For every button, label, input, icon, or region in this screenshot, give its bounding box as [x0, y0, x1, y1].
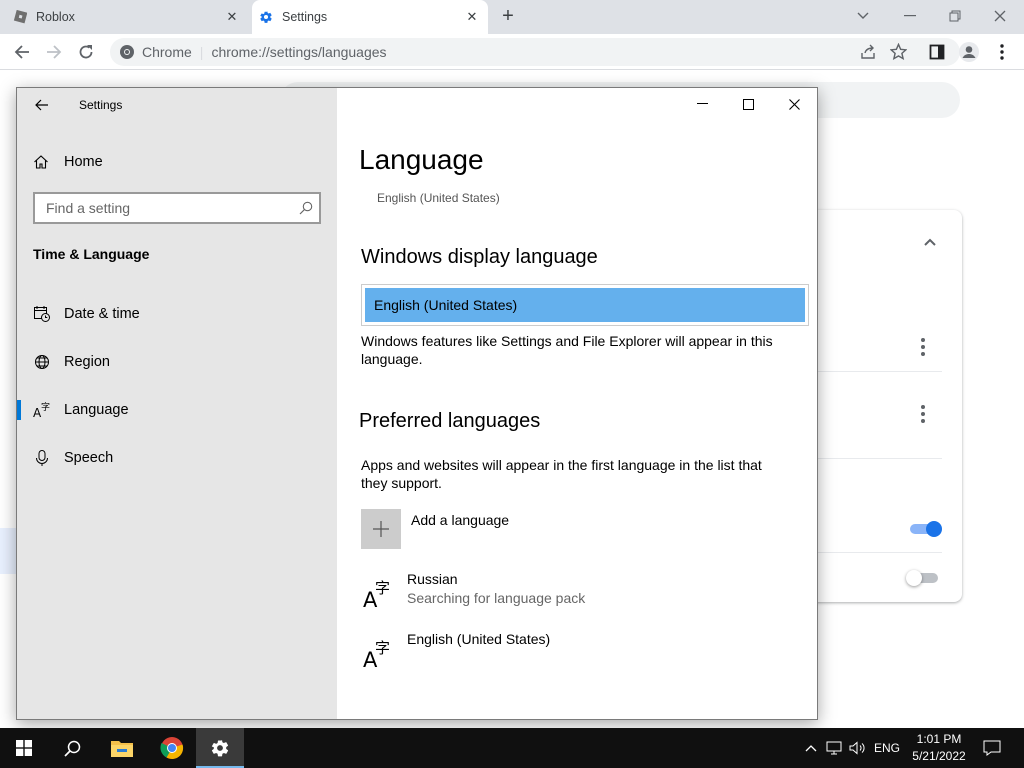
profile-avatar-icon[interactable]: [957, 40, 981, 64]
close-icon[interactable]: [771, 88, 817, 120]
toggle-switch-on[interactable]: [910, 521, 942, 537]
display-language-dropdown[interactable]: English (United States): [361, 284, 809, 326]
tab-search-chevron-icon[interactable]: [849, 4, 877, 28]
settings-content-pane: Language English (United States) Windows…: [337, 88, 817, 719]
close-tab-icon[interactable]: ✕: [464, 9, 480, 25]
display-language-selected[interactable]: English (United States): [365, 288, 805, 322]
language-list-item[interactable]: A字 Russian Searching for language pack: [361, 571, 801, 615]
svg-text:字: 字: [375, 639, 390, 657]
nav-item-region[interactable]: Region: [17, 342, 337, 382]
language-name: Russian: [407, 571, 458, 587]
tab-roblox[interactable]: Roblox ✕: [12, 0, 248, 34]
minimize-icon[interactable]: [679, 88, 725, 120]
plus-icon: [361, 509, 401, 549]
display-language-heading: Windows display language: [361, 246, 598, 268]
page-title: Language: [359, 144, 484, 175]
preferred-languages-description: Apps and websites will appear in the fir…: [361, 457, 762, 491]
search-icon[interactable]: [48, 728, 96, 768]
settings-taskbar-icon[interactable]: [196, 728, 244, 768]
clock-date: 5/21/2022: [912, 749, 966, 763]
language-name: English (United States): [407, 631, 551, 647]
share-icon[interactable]: [860, 44, 876, 63]
language-icon: A字: [33, 401, 51, 419]
nav-item-label: Language: [64, 402, 129, 418]
maximize-icon[interactable]: [725, 88, 771, 120]
nav-item-language[interactable]: A字 Language: [17, 390, 337, 430]
windows-start-icon[interactable]: [0, 728, 48, 768]
side-panel-icon[interactable]: [925, 40, 949, 64]
preferred-languages-heading: Preferred languages: [359, 410, 541, 432]
language-status: Searching for language pack: [407, 590, 586, 606]
toggle-switch-off[interactable]: [906, 570, 938, 586]
reload-icon[interactable]: [74, 40, 98, 64]
network-icon[interactable]: [824, 728, 844, 768]
nav-home[interactable]: Home: [33, 150, 103, 174]
nav-item-label: Date & time: [64, 306, 140, 322]
close-window-icon[interactable]: [986, 4, 1014, 28]
volume-icon[interactable]: [848, 728, 868, 768]
search-input[interactable]: [44, 199, 284, 217]
more-menu-icon[interactable]: [990, 40, 1014, 64]
section-heading: Time & Language: [33, 246, 150, 262]
chrome-logo-icon: [119, 44, 135, 60]
divider: [818, 371, 942, 372]
home-icon: [33, 154, 51, 170]
nav-item-label: Region: [64, 354, 110, 370]
chevron-up-icon[interactable]: [922, 234, 938, 250]
gear-icon: [258, 9, 274, 25]
nav-item-speech[interactable]: Speech: [17, 438, 337, 478]
chrome-icon[interactable]: [148, 728, 196, 768]
chevron-up-icon[interactable]: [802, 728, 820, 768]
forward-arrow-icon[interactable]: [42, 40, 66, 64]
svg-text:字: 字: [375, 579, 390, 597]
globe-icon: [33, 353, 51, 371]
language-icon: A字: [361, 571, 397, 612]
nav-home-label: Home: [64, 154, 103, 170]
notifications-icon[interactable]: [980, 728, 1004, 768]
new-tab-button[interactable]: +: [498, 6, 518, 27]
find-setting-search-box[interactable]: [33, 192, 321, 224]
more-options-icon[interactable]: [918, 338, 928, 356]
back-arrow-icon[interactable]: [10, 40, 34, 64]
search-icon[interactable]: [299, 201, 313, 215]
input-language-indicator[interactable]: ENG: [872, 728, 902, 768]
address-bar[interactable]: Chrome | chrome://settings/languages: [110, 38, 960, 66]
tab-title: Roblox: [36, 10, 75, 24]
clock[interactable]: 1:01 PM 5/21/2022: [906, 731, 972, 765]
bookmark-star-icon[interactable]: [889, 42, 908, 63]
language-list-item[interactable]: A字 English (United States): [361, 631, 801, 675]
language-icon: A字: [361, 631, 397, 672]
browser-toolbar: Chrome | chrome://settings/languages: [0, 34, 1024, 70]
nav-item-date-time[interactable]: Date & time: [17, 294, 337, 334]
current-language-text: English (United States): [377, 191, 500, 205]
svg-text:字: 字: [41, 401, 50, 413]
add-language-button[interactable]: Add a language: [361, 509, 581, 549]
divider: [818, 552, 942, 553]
taskbar: ENG 1:01 PM 5/21/2022: [0, 728, 1024, 768]
minimize-icon[interactable]: [896, 4, 924, 28]
file-explorer-icon[interactable]: [98, 728, 146, 768]
background-selection-strip: [0, 528, 16, 574]
calendar-clock-icon: [33, 305, 51, 323]
microphone-icon: [33, 449, 51, 467]
divider: [818, 458, 942, 459]
settings-window: Settings Home Time & Language Date & tim…: [16, 87, 818, 720]
site-label: Chrome: [142, 44, 192, 60]
tab-title: Settings: [282, 10, 328, 24]
add-language-label: Add a language: [411, 512, 510, 528]
url-text: chrome://settings/languages: [211, 44, 387, 60]
tab-settings[interactable]: Settings ✕: [252, 0, 488, 34]
close-tab-icon[interactable]: ✕: [224, 9, 240, 25]
back-arrow-icon[interactable]: [31, 94, 53, 116]
display-language-description: Windows features like Settings and File …: [361, 333, 773, 367]
settings-nav-pane: Settings Home Time & Language Date & tim…: [17, 88, 337, 719]
clock-time: 1:01 PM: [916, 732, 962, 746]
browser-tab-strip: Roblox ✕ Settings ✕ +: [0, 0, 1024, 34]
window-title: Settings: [79, 98, 123, 112]
restore-icon[interactable]: [941, 4, 969, 28]
roblox-favicon-icon: [12, 9, 28, 25]
more-options-icon[interactable]: [918, 405, 928, 423]
nav-item-label: Speech: [64, 450, 114, 466]
address-separator: |: [199, 44, 204, 60]
